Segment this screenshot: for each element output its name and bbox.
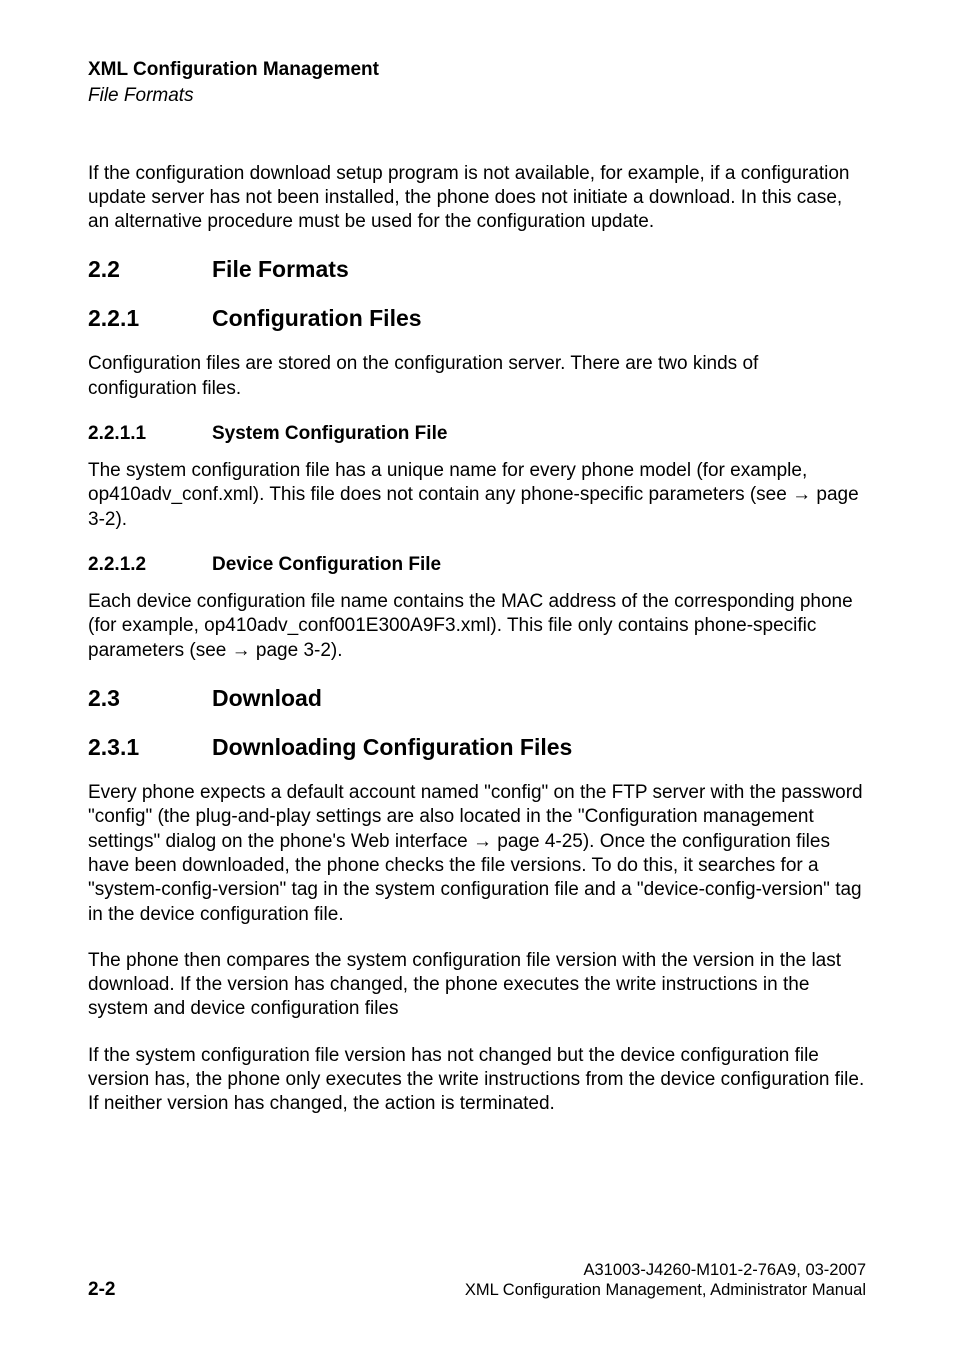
section-2-2-1-2-heading: 2.2.1.2 Device Configuration File xyxy=(88,554,866,576)
footer-doc-info: A31003-J4260-M101-2-76A9, 03-2007 XML Co… xyxy=(465,1260,866,1301)
heading-number: 2.3.1 xyxy=(88,734,212,761)
body-paragraph: If the system configuration file version… xyxy=(88,1044,866,1117)
section-2-3-heading: 2.3 Download xyxy=(88,685,866,712)
footer-doc-title: XML Configuration Management, Administra… xyxy=(465,1280,866,1301)
heading-text: System Configuration File xyxy=(212,423,447,445)
footer-doc-id: A31003-J4260-M101-2-76A9, 03-2007 xyxy=(465,1260,866,1281)
heading-number: 2.2 xyxy=(88,256,212,283)
body-paragraph: Every phone expects a default account na… xyxy=(88,781,866,927)
heading-text: Downloading Configuration Files xyxy=(212,734,572,761)
header-subtitle: File Formats xyxy=(88,84,866,108)
page-footer: 2-2 A31003-J4260-M101-2-76A9, 03-2007 XM… xyxy=(88,1260,866,1301)
heading-text: Device Configuration File xyxy=(212,554,441,576)
body-paragraph: The phone then compares the system confi… xyxy=(88,949,866,1022)
body-paragraph: Configuration files are stored on the co… xyxy=(88,352,866,401)
running-header: XML Configuration Management File Format… xyxy=(88,58,866,108)
heading-text: Configuration Files xyxy=(212,305,422,332)
heading-number: 2.3 xyxy=(88,685,212,712)
heading-number: 2.2.1.1 xyxy=(88,423,212,445)
heading-number: 2.2.1 xyxy=(88,305,212,332)
section-2-2-1-1-heading: 2.2.1.1 System Configuration File xyxy=(88,423,866,445)
heading-number: 2.2.1.2 xyxy=(88,554,212,576)
header-title: XML Configuration Management xyxy=(88,58,866,82)
body-paragraph: The system configuration file has a uniq… xyxy=(88,459,866,532)
page-number: 2-2 xyxy=(88,1279,115,1301)
heading-text: File Formats xyxy=(212,256,349,283)
heading-text: Download xyxy=(212,685,322,712)
body-paragraph: Each device configuration file name cont… xyxy=(88,590,866,663)
section-2-3-1-heading: 2.3.1 Downloading Configuration Files xyxy=(88,734,866,761)
section-2-2-heading: 2.2 File Formats xyxy=(88,256,866,283)
intro-paragraph: If the configuration download setup prog… xyxy=(88,162,866,235)
section-2-2-1-heading: 2.2.1 Configuration Files xyxy=(88,305,866,332)
